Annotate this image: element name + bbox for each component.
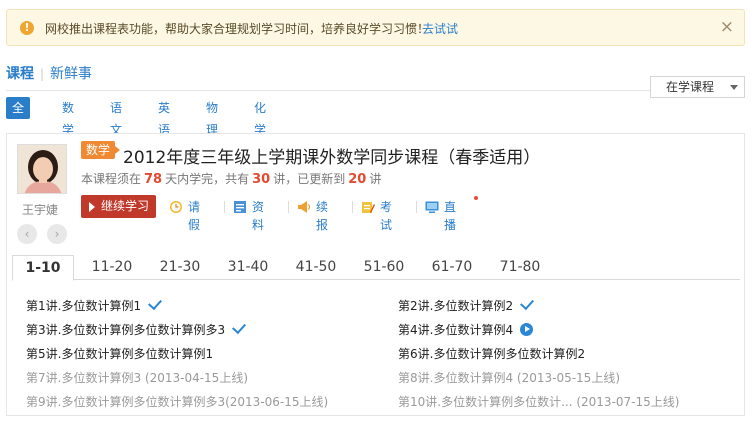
megaphone-icon — [298, 201, 311, 213]
lesson-title: 第6讲.多位数计算例多位数计算例2 — [398, 347, 586, 361]
document-icon — [234, 201, 246, 213]
leave-label: 请假 — [188, 200, 201, 232]
course-meta: 本课程须在 78 天内学完，共有 30 讲，已更新到 20 讲 — [81, 170, 381, 187]
subject-chemistry[interactable]: 化学 — [254, 97, 266, 137]
lesson-title: 第1讲.多位数计算例1 — [26, 299, 142, 313]
course-card: 王宇婕 数学 2012年度三年级上学期课外数学同步课程（春季适用） 本课程须在 7… — [6, 133, 745, 416]
subject-tag: 数学 — [81, 141, 121, 159]
lesson-title: 第3讲.多位数计算例多位数计算例多3 — [26, 323, 226, 337]
meta-text: 讲，已更新到 — [273, 172, 346, 186]
tab-range-11-20[interactable]: 11-20 — [82, 255, 142, 280]
meta-text: 讲 — [369, 172, 382, 186]
lesson-item[interactable]: 第2讲.多位数计算例2 — [398, 295, 535, 314]
lesson-title: 第4讲.多位数计算例4 — [398, 323, 514, 337]
check-icon — [232, 319, 247, 335]
renew-label: 续报 — [316, 200, 329, 232]
tabs-divider — [6, 90, 650, 91]
subject-all[interactable]: 全部 — [6, 97, 31, 137]
notification-dot — [473, 195, 479, 201]
continue-label: 继续学习 — [101, 199, 150, 213]
next-page-button[interactable]: › — [47, 224, 67, 244]
lesson-item[interactable]: 第6讲.多位数计算例多位数计算例2 — [398, 345, 585, 362]
notice-bar: ! 网校推出课程表功能，帮助大家合理规划学习时间，培养良好学习习惯！ 去试试 × — [6, 9, 745, 46]
tab-range-21-30[interactable]: 21-30 — [150, 255, 210, 280]
subject-math[interactable]: 数学 — [62, 97, 74, 137]
continue-learning-button[interactable]: 继续学习 — [81, 195, 156, 218]
materials-label: 资料 — [252, 200, 265, 232]
tab-range-61-70[interactable]: 61-70 — [422, 255, 482, 280]
lesson-item[interactable]: 第1讲.多位数计算例1 — [26, 295, 163, 314]
live-label: 直播 — [444, 200, 457, 232]
close-icon[interactable]: × — [720, 17, 734, 37]
tab-range-31-40[interactable]: 31-40 — [218, 255, 278, 280]
course-filter-value: 在学课程 — [666, 80, 715, 94]
lesson-item[interactable]: 第3讲.多位数计算例多位数计算例多3 — [26, 319, 247, 338]
updated-lessons: 20 — [348, 172, 367, 187]
tab-range-71-80[interactable]: 71-80 — [490, 255, 550, 280]
lesson-range-tabs: 1-10 11-20 21-30 31-40 41-50 51-60 61-70… — [12, 255, 740, 281]
tab-news[interactable]: 新鲜事 — [50, 66, 92, 82]
teacher-name: 王宇婕 — [22, 203, 59, 217]
action-separator — [224, 201, 225, 213]
lesson-item[interactable]: 第4讲.多位数计算例4 — [398, 321, 534, 338]
check-icon — [520, 295, 535, 311]
lesson-title: 第5讲.多位数计算例多位数计算例1 — [26, 347, 214, 361]
chevron-down-icon — [730, 85, 738, 90]
renew-action[interactable]: 续报 — [297, 198, 328, 232]
lesson-item-upcoming: 第10讲.多位数计算例多位数计... (2013-07-15上线) — [398, 395, 680, 409]
exam-icon — [362, 202, 375, 213]
exam-label: 考试 — [380, 200, 393, 232]
live-action[interactable]: 直播 — [425, 198, 456, 232]
play-icon — [89, 202, 95, 212]
action-separator — [416, 201, 417, 213]
tab-separator: | — [40, 67, 45, 81]
try-it-link[interactable]: 去试试 — [422, 20, 458, 37]
lesson-list: 第1讲.多位数计算例1 第2讲.多位数计算例2 第3讲.多位数计算例多位数计算例… — [7, 289, 744, 414]
lesson-item[interactable]: 第5讲.多位数计算例多位数计算例1 — [26, 345, 213, 362]
tab-courses[interactable]: 课程 — [6, 66, 34, 82]
subject-physics[interactable]: 物理 — [206, 97, 218, 137]
monitor-icon — [425, 201, 439, 213]
course-filter-select[interactable]: 在学课程 — [650, 76, 745, 98]
meta-text: 本课程须在 — [81, 172, 142, 186]
total-lessons: 30 — [252, 172, 271, 187]
tab-range-41-50[interactable]: 41-50 — [286, 255, 346, 280]
prev-page-button[interactable]: ‹ — [17, 224, 37, 244]
lesson-item-upcoming: 第7讲.多位数计算例3 (2013-04-15上线) — [26, 371, 249, 385]
subject-english[interactable]: 英语 — [158, 97, 170, 137]
lesson-title: 第2讲.多位数计算例2 — [398, 299, 514, 313]
exam-action[interactable]: 考试 — [361, 198, 392, 232]
warning-icon: ! — [20, 21, 34, 35]
tab-range-51-60[interactable]: 51-60 — [354, 255, 414, 280]
notice-message: 网校推出课程表功能，帮助大家合理规划学习时间，培养良好学习习惯！ — [45, 22, 430, 36]
check-icon — [148, 295, 163, 311]
meta-text: 天内学完，共有 — [165, 172, 250, 186]
lesson-item-upcoming: 第9讲.多位数计算例多位数计算例多3(2013-06-15上线) — [26, 395, 329, 409]
teacher-avatar[interactable] — [17, 144, 67, 194]
lesson-item-upcoming: 第8讲.多位数计算例4 (2013-05-15上线) — [398, 371, 621, 385]
action-separator — [352, 201, 353, 213]
days-remaining: 78 — [144, 172, 163, 187]
play-circle-icon[interactable] — [520, 323, 534, 336]
clock-icon — [170, 201, 182, 213]
materials-action[interactable]: 资料 — [233, 198, 264, 232]
subject-chinese[interactable]: 语文 — [110, 97, 122, 137]
tab-range-1-10[interactable]: 1-10 — [12, 255, 74, 281]
action-separator — [288, 201, 289, 213]
main-tabs: 课程 | 新鲜事 — [6, 63, 92, 83]
course-title[interactable]: 2012年度三年级上学期课外数学同步课程（春季适用） — [123, 143, 540, 168]
leave-action[interactable]: 请假 — [169, 198, 200, 232]
